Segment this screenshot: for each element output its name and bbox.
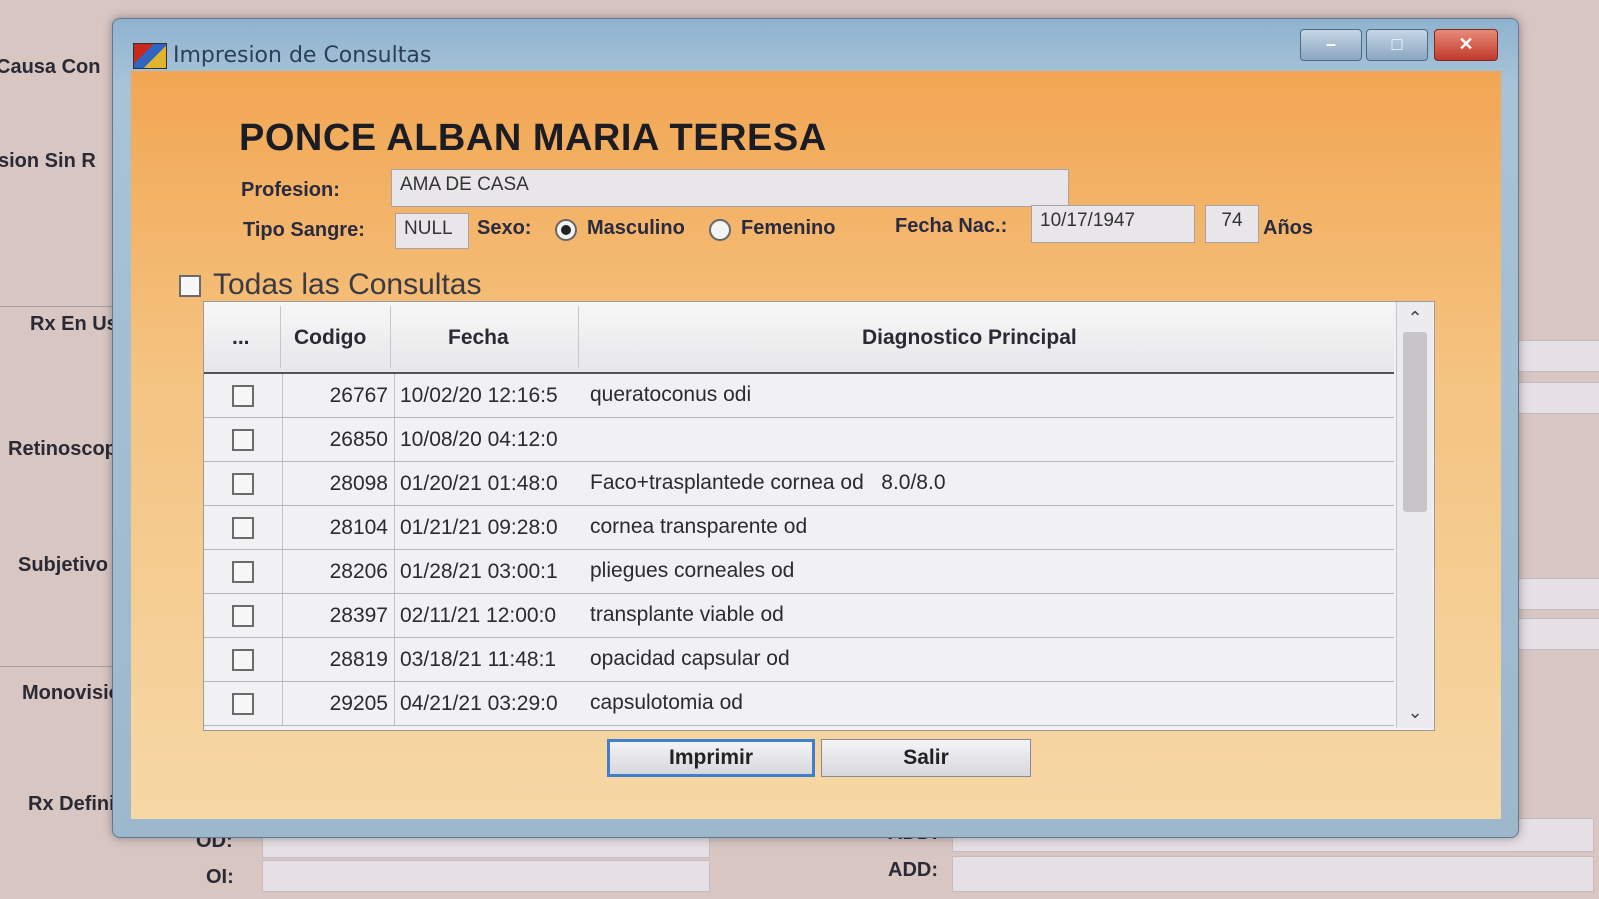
radio-masculino[interactable]	[555, 219, 577, 241]
tipo-sangre-field[interactable]: NULL	[395, 213, 469, 249]
header-diagnostico[interactable]: Diagnostico Principal	[862, 326, 1077, 350]
window-title: Impresion de Consultas	[173, 43, 432, 68]
row-codigo: 28098	[329, 472, 388, 495]
maximize-button[interactable]: □	[1366, 29, 1428, 61]
row-codigo: 28206	[329, 560, 388, 583]
tipo-sangre-label: Tipo Sangre:	[243, 219, 365, 241]
row-diagnostico: opacidad capsular od	[590, 647, 790, 670]
bg-right-field-1[interactable]	[1512, 340, 1599, 372]
table-row[interactable]: 26767 10/02/20 12:16:5 queratoconus odi	[204, 374, 1394, 418]
row-checkbox[interactable]	[232, 693, 254, 715]
title-bar[interactable]: Impresion de Consultas – □ ✕	[113, 19, 1518, 79]
app-icon	[133, 43, 167, 69]
row-diagnostico: cornea transparente od	[590, 515, 808, 538]
row-diagnostico: queratoconus odi	[590, 383, 752, 406]
row-codigo: 28819	[329, 648, 388, 671]
row-checkbox[interactable]	[232, 605, 254, 627]
table-scrollbar[interactable]: ⌃ ⌄	[1396, 302, 1433, 728]
table-row[interactable]: 26850 10/08/20 04:12:0	[204, 418, 1394, 462]
bg-label-add-2: ADD:	[888, 859, 938, 881]
row-checkbox[interactable]	[232, 473, 254, 495]
profesion-label: Profesion:	[241, 179, 340, 201]
bg-label-retinoscopia: Retinoscop	[8, 438, 117, 460]
row-codigo: 29205	[329, 692, 388, 715]
salir-button[interactable]: Salir	[821, 739, 1031, 777]
row-diagnostico: Faco+trasplantede cornea od 8.0/8.0	[590, 471, 946, 494]
row-codigo: 26767	[329, 384, 388, 407]
table-row[interactable]: 28206 01/28/21 03:00:1 pliegues corneale…	[204, 550, 1394, 594]
table-row[interactable]: 28104 01/21/21 09:28:0 cornea transparen…	[204, 506, 1394, 550]
bg-right-field-2[interactable]	[1512, 382, 1599, 414]
close-button[interactable]: ✕	[1434, 29, 1498, 61]
todas-consultas-label[interactable]: Todas las Consultas	[213, 268, 481, 302]
table-row[interactable]: 28819 03/18/21 11:48:1 opacidad capsular…	[204, 638, 1394, 682]
scroll-thumb[interactable]	[1403, 332, 1427, 512]
profesion-field[interactable]: AMA DE CASA	[391, 169, 1069, 207]
femenino-label[interactable]: Femenino	[741, 217, 835, 240]
row-checkbox[interactable]	[232, 385, 254, 407]
table-row[interactable]: 28098 01/20/21 01:48:0 Faco+trasplantede…	[204, 462, 1394, 506]
header-select[interactable]: ...	[232, 326, 250, 350]
row-diagnostico: pliegues corneales od	[590, 559, 795, 582]
row-fecha: 01/20/21 01:48:0	[400, 472, 558, 495]
consultas-table: ... Codigo Fecha Diagnostico Principal 2…	[203, 301, 1435, 731]
patient-name: PONCE ALBAN MARIA TERESA	[239, 117, 827, 159]
scroll-up-icon[interactable]: ⌃	[1397, 304, 1433, 332]
table-row[interactable]: 29205 04/21/21 03:29:0 capsulotomia od	[204, 682, 1394, 726]
edad-field[interactable]: 74	[1205, 205, 1259, 243]
row-fecha: 01/28/21 03:00:1	[400, 560, 558, 583]
scroll-down-icon[interactable]: ⌄	[1397, 698, 1433, 726]
bg-label-oi: OI:	[206, 866, 234, 888]
header-codigo[interactable]: Codigo	[294, 326, 366, 350]
row-diagnostico: transplante viable od	[590, 603, 784, 626]
row-codigo: 28104	[329, 516, 388, 539]
table-body: 26767 10/02/20 12:16:5 queratoconus odi …	[204, 374, 1394, 726]
sexo-label: Sexo:	[477, 217, 532, 239]
bg-add-field-2[interactable]	[952, 856, 1594, 892]
minimize-button[interactable]: –	[1300, 29, 1362, 61]
row-fecha: 03/18/21 11:48:1	[400, 648, 557, 671]
radio-femenino[interactable]	[709, 219, 731, 241]
row-checkbox[interactable]	[232, 517, 254, 539]
edad-unit-label: Años	[1263, 217, 1313, 239]
row-codigo: 28397	[329, 604, 388, 627]
row-checkbox[interactable]	[232, 429, 254, 451]
row-fecha: 01/21/21 09:28:0	[400, 516, 558, 539]
row-fecha: 04/21/21 03:29:0	[400, 692, 558, 715]
row-fecha: 10/02/20 12:16:5	[400, 384, 558, 407]
bg-label-causa: Causa Con	[0, 56, 101, 78]
fecha-nac-label: Fecha Nac.:	[895, 215, 1008, 237]
imprimir-button[interactable]: Imprimir	[607, 739, 815, 777]
bg-right-field-4[interactable]	[1512, 618, 1599, 650]
row-codigo: 26850	[329, 428, 388, 451]
row-checkbox[interactable]	[232, 649, 254, 671]
bg-label-vision: sion Sin R	[0, 150, 96, 172]
row-fecha: 02/11/21 12:00:0	[400, 604, 557, 627]
bg-label-rx-en-uso: Rx En Us	[30, 313, 118, 335]
table-row[interactable]: 28397 02/11/21 12:00:0 transplante viabl…	[204, 594, 1394, 638]
table-header: ... Codigo Fecha Diagnostico Principal	[204, 302, 1394, 374]
header-fecha[interactable]: Fecha	[448, 326, 509, 350]
masculino-label[interactable]: Masculino	[587, 217, 685, 240]
impresion-consultas-dialog: Impresion de Consultas – □ ✕ PONCE ALBAN…	[112, 18, 1519, 838]
row-diagnostico: capsulotomia od	[590, 691, 743, 714]
bg-label-subjetivo: Subjetivo	[18, 554, 109, 576]
bg-right-field-3[interactable]	[1512, 578, 1599, 610]
dialog-client-area: PONCE ALBAN MARIA TERESA Profesion: AMA …	[131, 71, 1501, 819]
bg-oi-field[interactable]	[262, 860, 710, 892]
todas-consultas-checkbox[interactable]	[179, 275, 201, 297]
row-fecha: 10/08/20 04:12:0	[400, 428, 558, 451]
fecha-nac-field[interactable]: 10/17/1947	[1031, 205, 1195, 243]
row-checkbox[interactable]	[232, 561, 254, 583]
